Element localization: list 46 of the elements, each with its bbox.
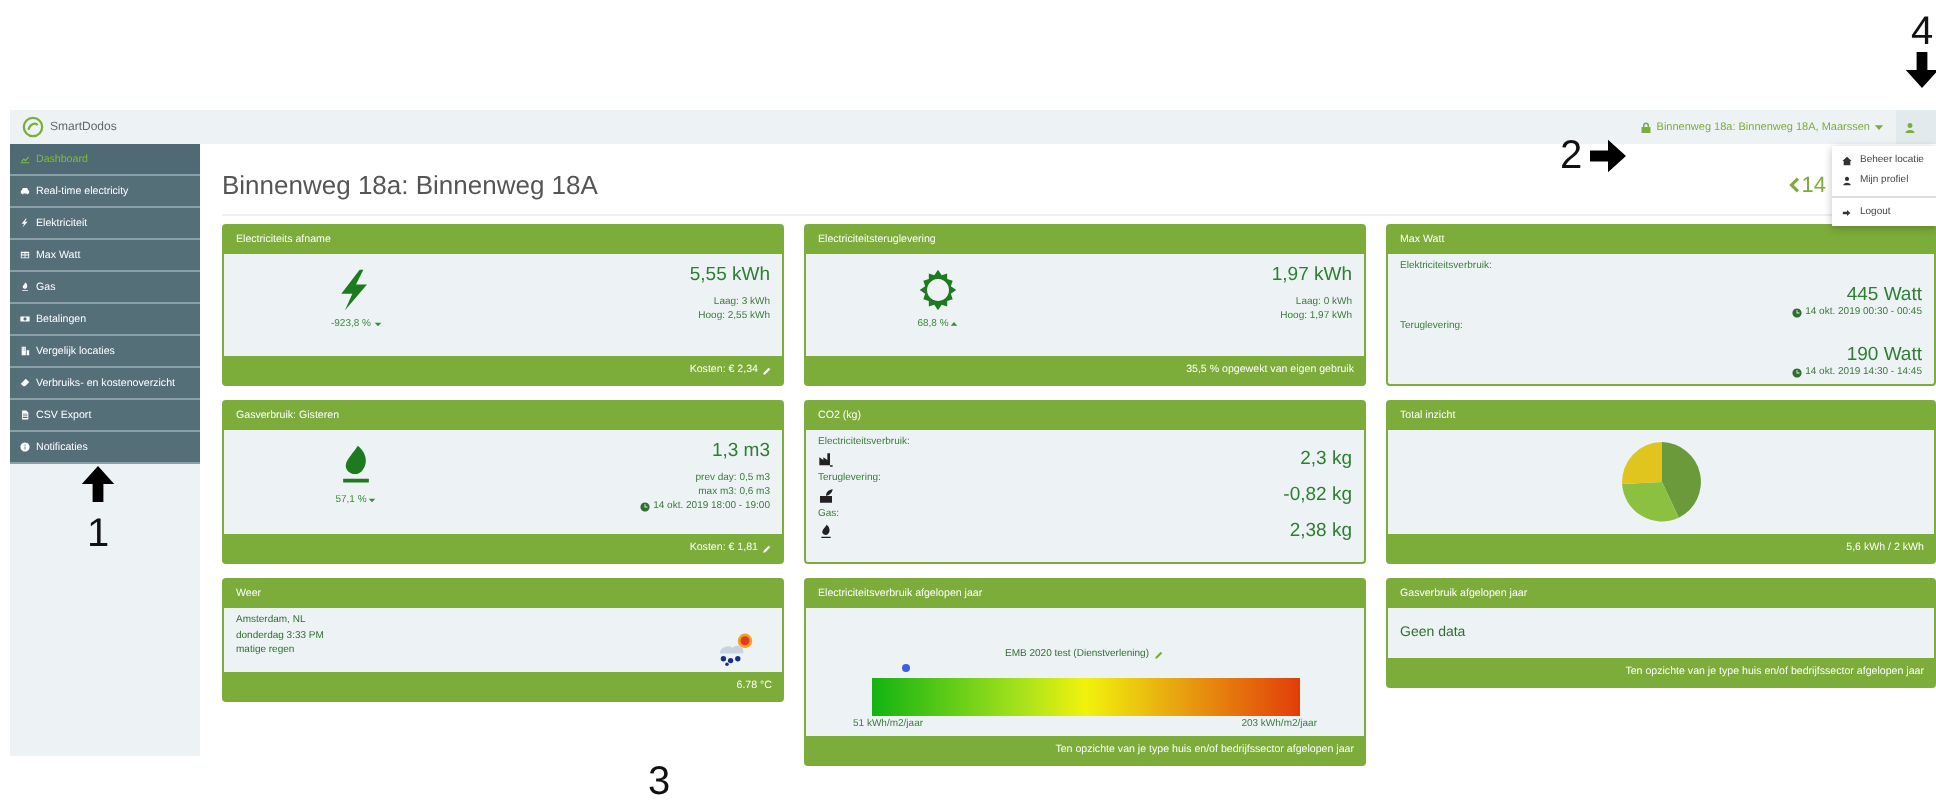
edit-icon[interactable] [762,543,772,553]
date-label: 14 [1801,173,1826,197]
annotation-number: 2 [1560,136,1583,176]
pie-chart-drawing [1619,440,1703,524]
annotation-arrow-icon [1590,138,1627,174]
line-chart-icon [20,154,30,164]
clock-icon [639,501,650,511]
user-menu-button[interactable] [1896,110,1936,144]
info-icon [20,442,30,452]
value-text: 5,55 kWh [689,264,770,286]
annotation-arrow-icon [80,466,116,502]
plant-icon [818,487,834,503]
value-text: 2,38 kg [1289,520,1352,542]
car-icon [20,186,30,196]
banknote-icon [20,314,30,324]
rain-cloud-sun-icon [714,630,758,666]
value-text: 190 Watt [1846,344,1922,366]
annotation-number: 4 [1910,12,1934,52]
user-icon [1904,121,1916,133]
eraser-icon [20,378,30,388]
edit-icon[interactable] [1154,649,1165,659]
value-text: -0,82 kg [1283,484,1352,506]
document-icon [20,410,30,420]
lightning-bolt-icon [20,218,30,228]
factory-icon [818,451,834,467]
flame-icon [818,523,834,539]
home-icon [1842,155,1852,165]
page-title: Binnenweg 18a: Binnenweg 18A [222,170,600,200]
annotation-arrow-icon [1904,52,1936,88]
clock-icon [1791,367,1802,377]
building-icon [20,346,30,356]
edit-icon[interactable] [762,365,772,375]
sun-icon [916,266,960,314]
value-text: 1,97 kWh [1271,264,1352,286]
annotation-number: 1 [86,514,110,554]
clock-icon [1791,307,1802,317]
value-text: 1,3 m3 [711,440,770,462]
table-icon [20,250,30,260]
logo-icon[interactable] [22,116,44,138]
user-icon [1842,175,1852,185]
value-text: 2,3 kg [1300,448,1352,470]
annotation-number: 3 [648,762,671,802]
flame-icon [20,282,30,292]
value-text: 445 Watt [1846,284,1922,306]
logout-icon [1842,207,1852,217]
caret-down-icon [1874,122,1884,132]
